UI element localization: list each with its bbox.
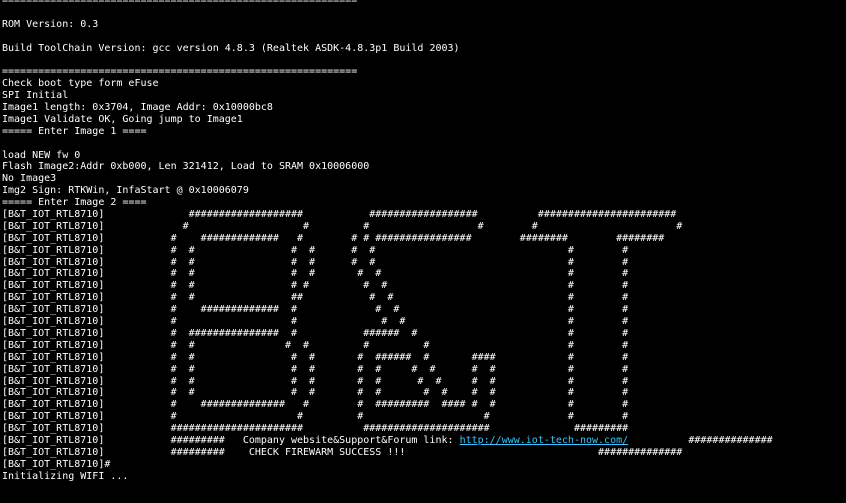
- terminal-line: [B&T_IOT_RTL8710] # # # # # # # #: [2, 268, 629, 280]
- terminal-output: ========================================…: [2, 0, 773, 483]
- terminal-line: ===== Enter Image 2 ====: [2, 197, 147, 209]
- terminal-line: [B&T_IOT_RTL8710] ######################…: [2, 423, 629, 435]
- terminal-line: Build ToolChain Version: gcc version 4.8…: [2, 42, 460, 54]
- terminal-line: [B&T_IOT_RTL8710] # # # # # #: [2, 220, 683, 232]
- ascii-art-fragment: ##############: [628, 434, 773, 446]
- terminal-line: Check boot type form eFuse: [2, 78, 159, 90]
- terminal-line: [B&T_IOT_RTL8710] # # # # # # # # # # # …: [2, 387, 629, 399]
- terminal-line: No Image3: [2, 173, 57, 185]
- terminal-line: ========================================…: [2, 0, 358, 6]
- terminal-line: Img2 Sign: RTKWin, InfaStart @ 0x1000607…: [2, 185, 249, 197]
- terminal-line: [B&T_IOT_RTL8710] # ############### # ##…: [2, 327, 629, 339]
- forum-link[interactable]: http://www.iot-tech-now.com/: [460, 435, 629, 446]
- terminal-line: [B&T_IOT_RTL8710] # # # # # # # #: [2, 244, 629, 256]
- terminal-line: [B&T_IOT_RTL8710] # # # # # # # #: [2, 280, 629, 292]
- terminal-line: ========================================…: [2, 66, 358, 78]
- terminal-line: [B&T_IOT_RTL8710] # ############## # # #…: [2, 399, 629, 411]
- terminal-line: Initializing WIFI ...: [2, 470, 129, 482]
- terminal-line: [B&T_IOT_RTL8710] # ############# # # # …: [2, 304, 629, 316]
- terminal-line: [B&T_IOT_RTL8710] # # # # # #: [2, 411, 629, 423]
- terminal-line-forum: [B&T_IOT_RTL8710] ######### Company webs…: [2, 434, 773, 446]
- terminal-line: Flash Image2:Addr 0xb000, Len 321412, Lo…: [2, 161, 370, 173]
- terminal-line: [B&T_IOT_RTL8710] ######### CHECK FIREWA…: [2, 446, 683, 458]
- terminal-line: [B&T_IOT_RTL8710]#: [2, 458, 111, 470]
- terminal-line: Image1 Validate OK, Going jump to Image1: [2, 113, 243, 125]
- terminal-line: ROM Version: 0.3: [2, 18, 99, 30]
- terminal-line: [B&T_IOT_RTL8710] # # # # # # # #: [2, 256, 629, 268]
- terminal-line: ===== Enter Image 1 ====: [2, 125, 147, 137]
- terminal-line: [B&T_IOT_RTL8710] # # # # # # # #: [2, 339, 629, 351]
- terminal-line: [B&T_IOT_RTL8710] # # # # # # # # # # # …: [2, 375, 629, 387]
- terminal-line: load NEW fw 0: [2, 149, 81, 161]
- terminal-line: SPI Initial: [2, 90, 69, 102]
- terminal-line: [B&T_IOT_RTL8710] # # ## # # # #: [2, 292, 629, 304]
- terminal-line: [B&T_IOT_RTL8710] # # # # # # # # # # # …: [2, 363, 629, 375]
- terminal-line: [B&T_IOT_RTL8710] # ############# # # # …: [2, 232, 665, 244]
- serial-terminal-window[interactable]: ========================================…: [0, 0, 846, 503]
- terminal-line: Image1 length: 0x3704, Image Addr: 0x100…: [2, 102, 273, 114]
- terminal-line: [B&T_IOT_RTL8710] # # # # # #: [2, 316, 629, 328]
- terminal-line: [B&T_IOT_RTL8710] ################### ##…: [2, 209, 677, 221]
- terminal-line: [B&T_IOT_RTL8710] # # # # # ###### # ###…: [2, 351, 629, 363]
